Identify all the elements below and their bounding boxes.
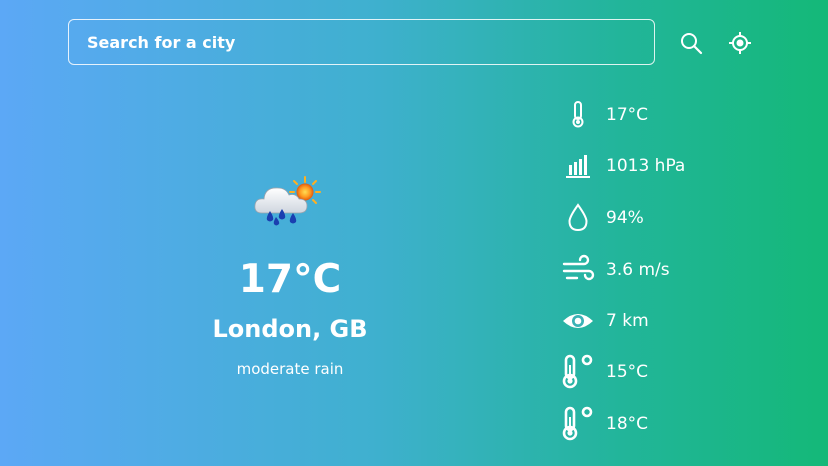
pressure-bars-icon (560, 146, 596, 186)
city-name: London, GB (212, 315, 368, 343)
search-button[interactable] (679, 31, 703, 55)
search-icon (681, 33, 703, 55)
stat-value: 17°C (606, 105, 649, 125)
stat-value: 7 km (606, 311, 649, 331)
thermometer-icon (560, 95, 596, 135)
rain-cloud-sun-icon (252, 175, 322, 229)
wind-icon (560, 250, 596, 290)
stat-value: 15°C (606, 362, 649, 382)
search-input[interactable] (69, 20, 654, 64)
stat-temp-min: 15°C (560, 352, 780, 392)
search-box (68, 19, 655, 65)
thermometer-degree-icon (560, 352, 596, 392)
locate-button[interactable] (728, 31, 752, 55)
eye-icon (560, 301, 596, 341)
stat-visibility: 7 km (560, 301, 780, 341)
stat-value: 94% (606, 208, 644, 228)
crosshair-location-icon (729, 32, 751, 54)
stat-temp-max: 18°C (560, 404, 780, 444)
stat-pressure: 1013 hPa (560, 146, 780, 186)
thermometer-degree-icon (560, 404, 596, 444)
current-temperature: 17°C (238, 257, 342, 302)
weather-description: moderate rain (236, 360, 344, 378)
stat-temperature: 17°C (560, 95, 780, 135)
stat-value: 18°C (606, 414, 649, 434)
stat-humidity: 94% (560, 198, 780, 238)
stat-wind: 3.6 m/s (560, 250, 780, 290)
water-drop-icon (560, 198, 596, 238)
stat-value: 3.6 m/s (606, 260, 670, 280)
stat-value: 1013 hPa (606, 156, 686, 176)
